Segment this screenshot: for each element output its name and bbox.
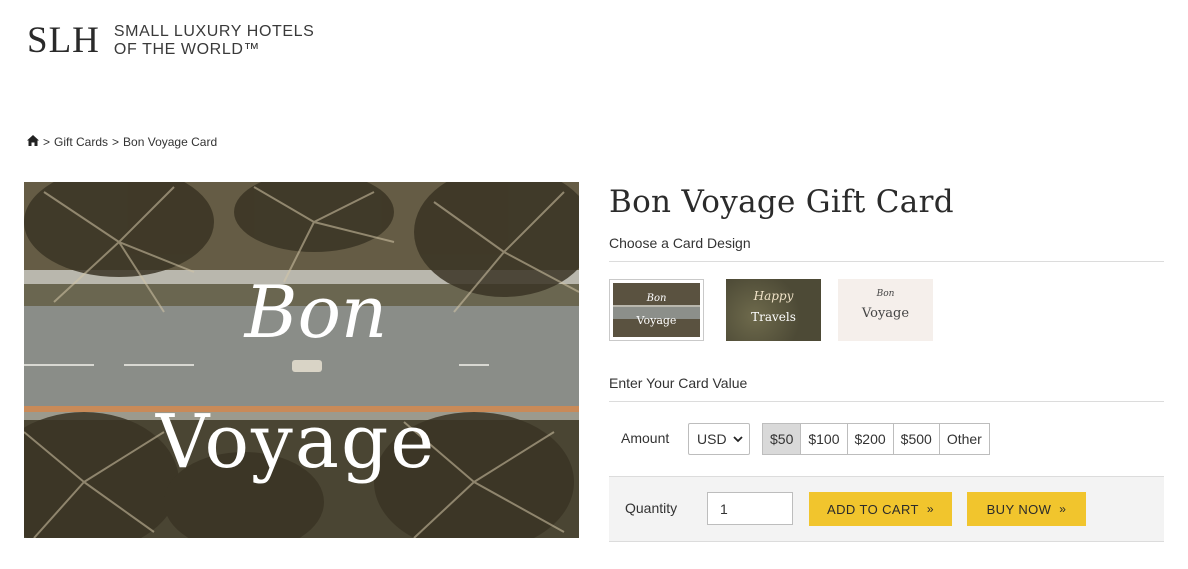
- breadcrumb-current: Bon Voyage Card: [123, 135, 218, 149]
- logo-line-1: SMALL LUXURY HOTELS: [113, 22, 315, 40]
- currency-select[interactable]: USD: [688, 423, 750, 455]
- divider: [609, 401, 1164, 402]
- buy-now-label: BUY NOW: [986, 501, 1052, 517]
- design-text-2: Voyage: [861, 306, 910, 321]
- divider: [609, 261, 1164, 262]
- currency-value: USD: [697, 431, 727, 447]
- amount-option-500[interactable]: $500: [892, 424, 939, 454]
- design-text-1: Bon: [876, 289, 895, 299]
- buy-now-button[interactable]: BUY NOW »: [967, 492, 1086, 526]
- design-text-1: Happy: [753, 289, 794, 303]
- amount-option-100[interactable]: $100: [800, 424, 847, 454]
- logo-text: SMALL LUXURY HOTELS OF THE WORLD™: [114, 23, 315, 59]
- quantity-input[interactable]: 1: [707, 492, 793, 525]
- breadcrumb: > Gift Cards > Bon Voyage Card: [27, 135, 217, 149]
- amount-option-50[interactable]: $50: [763, 424, 801, 454]
- quantity-label: Quantity: [625, 500, 678, 516]
- hero-script-text: Bon: [243, 270, 388, 354]
- double-chevron-right-icon: »: [1059, 502, 1067, 516]
- chevron-down-icon: [733, 436, 743, 443]
- design-text-2: Voyage: [636, 314, 677, 327]
- breadcrumb-gift-cards[interactable]: Gift Cards: [54, 135, 108, 149]
- page-title: Bon Voyage Gift Card: [609, 184, 954, 220]
- design-text-2: Travels: [751, 310, 796, 324]
- design-option-bon-voyage-light[interactable]: Bon Voyage: [838, 279, 933, 341]
- design-option-happy-travels[interactable]: Happy Travels: [726, 279, 821, 341]
- logo-line-2: OF THE WORLD™: [113, 40, 261, 58]
- design-option-bon-voyage-dark[interactable]: Bon Voyage: [609, 279, 704, 341]
- product-image: Bon Voyage: [24, 182, 579, 538]
- design-text-1: Bon: [646, 293, 667, 304]
- amount-label: Amount: [621, 430, 670, 446]
- add-to-cart-button[interactable]: ADD TO CART »: [809, 492, 952, 526]
- amount-option-other[interactable]: Other: [938, 424, 989, 454]
- breadcrumb-separator: >: [112, 135, 120, 149]
- home-icon[interactable]: [27, 135, 39, 149]
- hero-main-text: Voyage: [155, 399, 436, 485]
- logo-mark: SLH: [27, 20, 100, 61]
- value-label: Enter Your Card Value: [609, 375, 748, 391]
- amount-options: $50 $100 $200 $500 Other: [762, 423, 990, 455]
- amount-option-200[interactable]: $200: [846, 424, 893, 454]
- design-label: Choose a Card Design: [609, 235, 751, 251]
- add-to-cart-label: ADD TO CART: [827, 501, 919, 517]
- double-chevron-right-icon: »: [926, 502, 934, 516]
- breadcrumb-separator: >: [43, 135, 51, 149]
- site-logo[interactable]: SLH SMALL LUXURY HOTELS OF THE WORLD™: [27, 22, 314, 59]
